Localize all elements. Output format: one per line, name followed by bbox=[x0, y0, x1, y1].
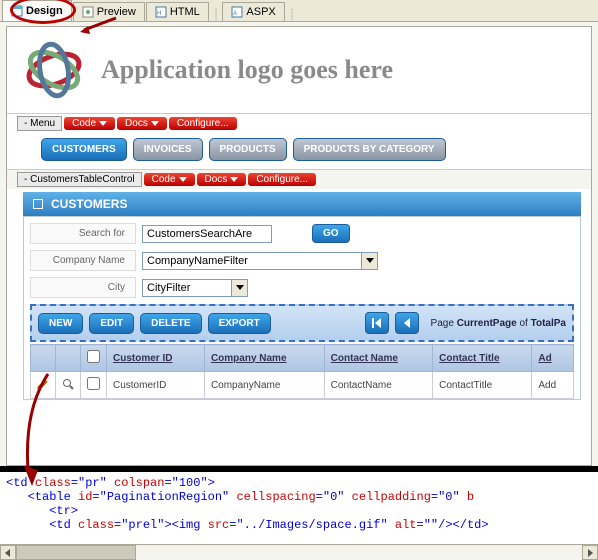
col-customer-id[interactable]: Customer ID bbox=[107, 345, 205, 372]
table-control-band: - CustomersTableControl Code Docs Config… bbox=[7, 169, 591, 189]
chevron-down-icon bbox=[236, 285, 244, 290]
cell-customer-id: CustomerID bbox=[107, 372, 205, 399]
menu-code-button[interactable]: Code bbox=[64, 117, 115, 130]
tab-design[interactable]: Design bbox=[2, 0, 72, 21]
app-logo-icon bbox=[23, 41, 85, 99]
action-toolbar: NEW EDIT DELETE EXPORT Page CurrentPage … bbox=[30, 304, 574, 342]
rewind-icon bbox=[375, 318, 381, 328]
tab-preview-label: Preview bbox=[97, 6, 136, 18]
ctc-configure-button[interactable]: Configure... bbox=[248, 173, 316, 186]
delete-button[interactable]: DELETE bbox=[140, 313, 201, 334]
menu-label[interactable]: - Menu bbox=[17, 116, 62, 131]
search-for-label: Search for bbox=[30, 223, 136, 244]
company-name-label: Company Name bbox=[30, 250, 136, 271]
nav-products-by-category[interactable]: PRODUCTS BY CATEGORY bbox=[293, 138, 446, 161]
table-control-label[interactable]: - CustomersTableControl bbox=[17, 172, 142, 187]
view-tabs: Design Preview H HTML ┊ A ASPX ┊ bbox=[0, 0, 598, 22]
tab-preview[interactable]: Preview bbox=[73, 2, 145, 21]
first-page-button[interactable] bbox=[365, 312, 389, 334]
tab-aspx-label: ASPX bbox=[246, 6, 275, 18]
pagination-text: Page CurrentPage of TotalPa bbox=[431, 318, 566, 329]
tab-html-label: HTML bbox=[170, 6, 200, 18]
horizontal-scrollbar bbox=[0, 544, 598, 560]
tab-html[interactable]: H HTML bbox=[146, 2, 209, 21]
tab-aspx[interactable]: A ASPX bbox=[222, 2, 284, 21]
scroll-right-button[interactable] bbox=[582, 545, 598, 560]
cell-contact-title: ContactTitle bbox=[433, 372, 532, 399]
dropdown-arrow[interactable] bbox=[232, 279, 248, 297]
scroll-track[interactable] bbox=[16, 545, 582, 560]
section-title: CUSTOMERS bbox=[51, 197, 127, 211]
magnifier-icon bbox=[62, 378, 74, 390]
select-all-checkbox[interactable] bbox=[87, 350, 100, 363]
menu-docs-button[interactable]: Docs bbox=[117, 117, 167, 130]
ctc-docs-button[interactable]: Docs bbox=[197, 173, 247, 186]
source-code-pane[interactable]: <td class="pr" colspan="100"> <table id=… bbox=[0, 472, 598, 552]
html-icon: H bbox=[155, 6, 167, 18]
col-edit bbox=[31, 345, 56, 372]
scroll-thumb[interactable] bbox=[16, 545, 136, 560]
go-button[interactable]: GO bbox=[312, 224, 350, 243]
chevron-down-icon bbox=[230, 177, 238, 182]
cell-company-name: CompanyName bbox=[204, 372, 324, 399]
cell-check[interactable] bbox=[81, 372, 107, 399]
svg-text:H: H bbox=[157, 11, 161, 17]
city-filter[interactable] bbox=[142, 279, 232, 297]
cell-view[interactable] bbox=[56, 372, 81, 399]
tab-separator-2: ┊ bbox=[289, 8, 296, 21]
cell-contact-name: ContactName bbox=[324, 372, 432, 399]
cell-address: Add bbox=[532, 372, 574, 399]
chevron-left-icon bbox=[404, 318, 410, 328]
chevron-down-icon bbox=[179, 177, 187, 182]
col-view bbox=[56, 345, 81, 372]
menu-configure-button[interactable]: Configure... bbox=[169, 117, 237, 130]
menu-band: - Menu Code Docs Configure... bbox=[7, 113, 591, 133]
nav-invoices[interactable]: INVOICES bbox=[133, 138, 203, 161]
cell-edit[interactable] bbox=[31, 372, 56, 399]
collapse-icon[interactable] bbox=[33, 199, 43, 209]
col-contact-name[interactable]: Contact Name bbox=[324, 345, 432, 372]
col-company-name[interactable]: Company Name bbox=[204, 345, 324, 372]
table-header-row: Customer ID Company Name Contact Name Co… bbox=[31, 345, 574, 372]
search-input[interactable] bbox=[142, 225, 272, 243]
preview-icon bbox=[82, 6, 94, 18]
ctc-code-button[interactable]: Code bbox=[144, 173, 195, 186]
city-label: City bbox=[30, 277, 136, 298]
pencil-icon bbox=[37, 378, 49, 390]
edit-button[interactable]: EDIT bbox=[89, 313, 134, 334]
dropdown-arrow[interactable] bbox=[362, 252, 378, 270]
col-contact-title[interactable]: Contact Title bbox=[433, 345, 532, 372]
export-button[interactable]: EXPORT bbox=[208, 313, 271, 334]
col-address[interactable]: Ad bbox=[532, 345, 574, 372]
scroll-left-button[interactable] bbox=[0, 545, 16, 560]
logo-text: Application logo goes here bbox=[101, 55, 393, 85]
nav-customers[interactable]: CUSTOMERS bbox=[41, 138, 127, 161]
filter-panel: Search for GO Company Name City NEW EDIT… bbox=[23, 216, 581, 400]
design-pane: Application logo goes here - Menu Code D… bbox=[6, 26, 592, 466]
section-header: CUSTOMERS bbox=[23, 192, 581, 216]
data-table: Customer ID Company Name Contact Name Co… bbox=[30, 344, 574, 399]
tab-separator: ┊ bbox=[213, 8, 220, 21]
nav-row: CUSTOMERS INVOICES PRODUCTS PRODUCTS BY … bbox=[7, 133, 591, 169]
chevron-down-icon bbox=[366, 258, 374, 263]
company-name-filter[interactable] bbox=[142, 252, 362, 270]
svg-text:A: A bbox=[233, 11, 237, 17]
table-row: CustomerID CompanyName ContactName Conta… bbox=[31, 372, 574, 399]
chevron-down-icon bbox=[99, 121, 107, 126]
nav-products[interactable]: PRODUCTS bbox=[209, 138, 287, 161]
row-checkbox[interactable] bbox=[87, 377, 100, 390]
prev-page-button[interactable] bbox=[395, 312, 419, 334]
aspx-icon: A bbox=[231, 6, 243, 18]
tab-design-label: Design bbox=[26, 5, 63, 17]
col-check[interactable] bbox=[81, 345, 107, 372]
chevron-down-icon bbox=[151, 121, 159, 126]
new-button[interactable]: NEW bbox=[38, 313, 83, 334]
design-icon bbox=[11, 5, 23, 17]
